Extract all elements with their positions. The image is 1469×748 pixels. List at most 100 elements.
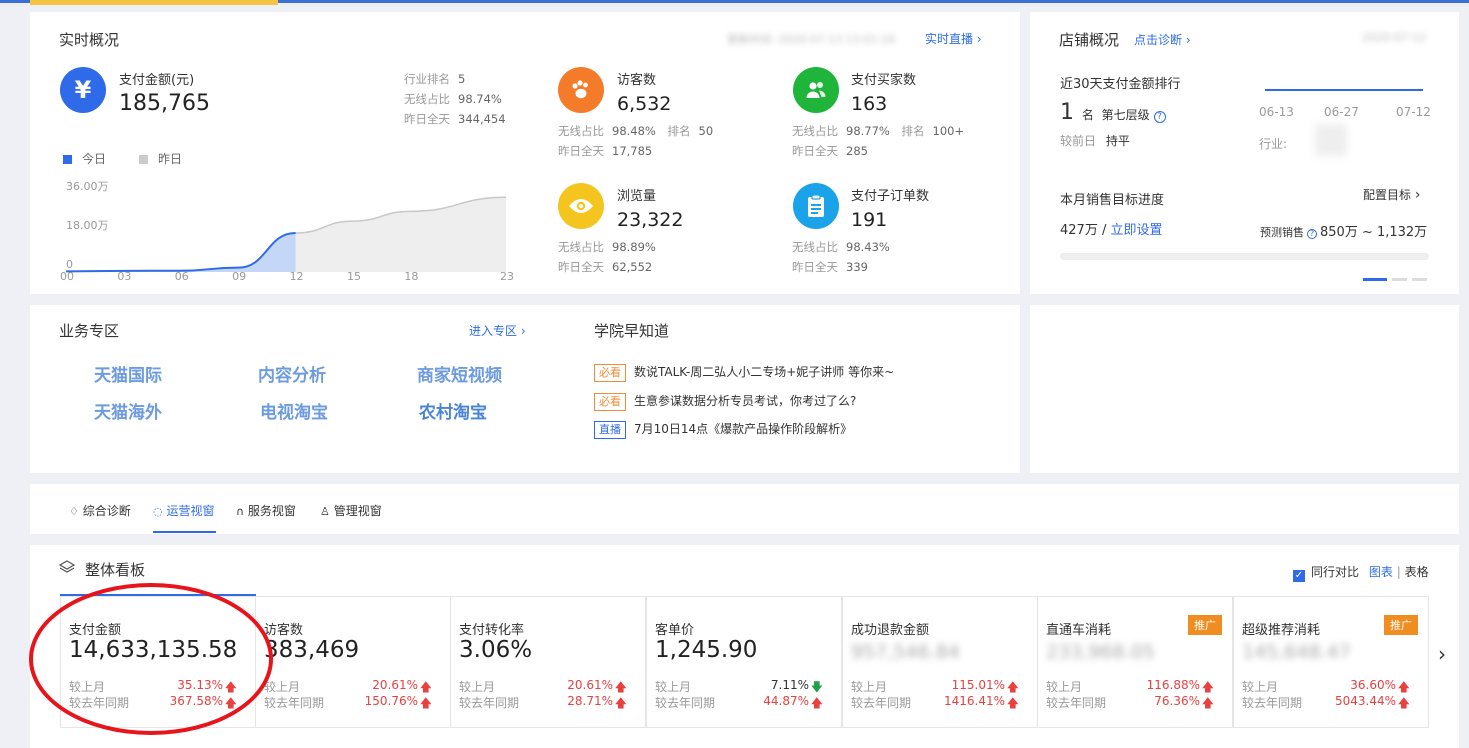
news-item[interactable]: 必看 数说TALK-周二弘人小二专场+妮子讲师 等你来~ (594, 363, 894, 382)
visitors-yesterday: 昨日全天 17,785 (558, 144, 653, 158)
chevron-right-icon: › (1414, 187, 1421, 203)
arrow-up-icon: 🡅 (1006, 696, 1019, 710)
kpi-value: 3.06% (459, 637, 533, 663)
biz-rural-taobao[interactable]: 农村淘宝 (419, 398, 487, 423)
tab-diagnosis[interactable]: ♢ 综合诊断 (69, 502, 131, 519)
compare-prev-day: 较前日 持平 (1060, 134, 1130, 148)
y-tick-label: 36.00万 (66, 180, 109, 193)
top-bar-accent (30, 0, 278, 5)
set-target-link[interactable]: 立即设置 (1110, 223, 1162, 238)
arrow-up-icon: 🡅 (810, 696, 823, 710)
payment-value: 185,765 (119, 91, 210, 116)
peer-compare-checkbox[interactable]: ✓ 同行对比 图表 | 表格 (1293, 563, 1429, 582)
tab-management[interactable]: ♙ 管理视窗 (320, 502, 382, 519)
diagnose-link[interactable]: 点击诊断 › (1134, 31, 1191, 48)
kpi-label: 成功退款金额 (851, 623, 930, 638)
today-area (66, 233, 296, 272)
kpi-label: 访客数 (264, 623, 304, 638)
kpi-card[interactable]: 客单价 1,245.90 较上月 7.11% 🡇 较去年同期 44.87% 🡅 (646, 596, 842, 728)
pageviews-yesterday: 昨日全天 62,552 (558, 260, 653, 274)
news-tag: 直播 (594, 421, 626, 439)
news-item[interactable]: 必看 生意参谋数据分析专员考试，你考过了么? (594, 392, 856, 411)
kpi-value: 145,648.47 (1242, 641, 1351, 663)
board-title: 整体看板 (85, 561, 146, 579)
rank-trend-line (1265, 89, 1423, 91)
trend-date-1: 06-13 (1259, 105, 1294, 119)
buyers-icon (793, 67, 839, 113)
layers-icon (58, 559, 76, 578)
eye-icon (558, 183, 604, 229)
payment-label: 支付金额(元) (119, 73, 195, 88)
biz-tmall-global[interactable]: 天猫国际 (94, 361, 162, 386)
rank-value: 1 名 第七层级 ? (1060, 100, 1166, 125)
industry-blur (1315, 124, 1347, 156)
kpi-mom: 较上月 115.01% 🡅 (851, 678, 1029, 695)
chevron-right-icon[interactable]: › (1438, 642, 1446, 666)
rank-title: 近30天支付金额排行 (1060, 77, 1181, 92)
biz-content-analysis[interactable]: 内容分析 (258, 361, 326, 386)
carousel-dots[interactable] (1363, 278, 1429, 281)
biz-merchant-video[interactable]: 商家短视频 (417, 361, 502, 386)
suborders-label: 支付子订单数 (851, 189, 930, 204)
highlight-circle (29, 583, 273, 735)
visitors-value: 6,532 (617, 93, 672, 115)
kpi-mom: 较上月 20.61% 🡅 (264, 678, 442, 695)
legend-yesterday: 昨日 (139, 150, 182, 167)
suborders-value: 191 (851, 209, 888, 231)
realtime-title: 实时概况 (59, 31, 120, 49)
config-target-link[interactable]: 配置目标 › (1363, 186, 1420, 203)
buyers-label: 支付买家数 (851, 73, 917, 88)
kpi-card[interactable]: 支付转化率 3.06% 较上月 20.61% 🡅 较去年同期 28.71% 🡅 (450, 596, 646, 728)
promotion-badge: 推广 (1188, 615, 1222, 635)
y-tick-label: 18.00万 (66, 219, 109, 232)
business-title: 业务专区 (59, 322, 120, 340)
kpi-card[interactable]: 超级推荐消耗 145,648.47 较上月 36.60% 🡅 较去年同期 5043.44% 🡅… (1233, 596, 1429, 728)
person-icon: ♙ (320, 505, 330, 518)
kpi-mom: 较上月 7.11% 🡇 (655, 678, 833, 695)
update-time: 更新时间: 2020-07-13 13:01:18 (727, 33, 896, 46)
tab-operation[interactable]: ◌ 运营视窗 (153, 502, 214, 519)
target-value: 427万 / 立即设置 (1060, 223, 1163, 238)
table-view-link[interactable]: 表格 (1405, 565, 1429, 579)
buyers-yesterday: 昨日全天 285 (792, 144, 868, 158)
chevron-right-icon: › (1185, 33, 1191, 47)
wireless-share: 无线占比 98.74% (404, 92, 502, 106)
business-card: 业务专区 进入专区 › 天猫国际 内容分析 商家短视频 天猫海外 电视淘宝 农村… (30, 305, 1020, 473)
kpi-yoy: 较去年同期 76.36% 🡅 (1046, 694, 1224, 711)
kpi-mom: 较上月 36.60% 🡅 (1242, 678, 1420, 695)
industry-label: 行业: (1259, 137, 1288, 151)
news-item[interactable]: 直播 7月10日14点《爆款产品操作阶段解析》 (594, 420, 852, 439)
news-tag: 必看 (594, 393, 626, 411)
yesterday-total: 昨日全天 344,454 (404, 112, 506, 126)
arrow-up-icon: 🡅 (1397, 696, 1410, 710)
biz-tmall-overseas[interactable]: 天猫海外 (94, 398, 162, 423)
kpi-yoy: 较去年同期 28.71% 🡅 (459, 694, 637, 711)
tab-service[interactable]: ∩ 服务视窗 (236, 502, 296, 519)
industry-rank: 行业排名 5 (404, 72, 466, 86)
paw-icon (558, 67, 604, 113)
kpi-value: 383,469 (264, 637, 360, 663)
store-date: 2020-07-12 (1362, 31, 1426, 44)
realtime-line-chart: 36.00万18.00万000 03 06 09 12 15 18 23 (60, 180, 514, 283)
academy-title: 学院早知道 (594, 322, 670, 340)
kpi-card[interactable]: 成功退款金额 957,546.84 较上月 115.01% 🡅 较去年同期 1416.41%… (842, 596, 1038, 728)
chart-view-link[interactable]: 图表 (1369, 565, 1393, 579)
store-card: 店铺概况 点击诊断 › 2020-07-12 近30天支付金额排行 1 名 第七… (1030, 12, 1459, 294)
kpi-card[interactable]: 访客数 383,469 较上月 20.61% 🡅 较去年同期 150.76% 🡅 (255, 596, 451, 728)
buyers-wireless: 无线占比 98.77% 排名 100+ (792, 124, 965, 138)
biz-tv-taobao[interactable]: 电视淘宝 (260, 398, 328, 423)
kpi-card[interactable]: 直通车消耗 233,968.05 较上月 116.88% 🡅 较去年同期 76.36% 🡅 推广 (1037, 596, 1233, 728)
kpi-mom: 较上月 116.88% 🡅 (1046, 678, 1224, 695)
help-icon[interactable]: ? (1153, 111, 1166, 123)
chevron-right-icon: › (520, 324, 526, 338)
help-icon[interactable]: ? (1307, 229, 1317, 239)
shield-icon: ◌ (153, 505, 163, 518)
live-link[interactable]: 实时直播 › (925, 30, 982, 47)
checkbox-icon: ✓ (1293, 570, 1305, 582)
enter-zone-link[interactable]: 进入专区 › (469, 322, 526, 339)
arrow-up-icon: 🡅 (614, 696, 627, 710)
kpi-value: 957,546.84 (851, 641, 960, 663)
kpi-yoy: 较去年同期 150.76% 🡅 (264, 694, 442, 711)
visitors-wireless: 无线占比 98.48% 排名 50 (558, 124, 714, 138)
kpi-value: 233,968.05 (1046, 641, 1155, 663)
